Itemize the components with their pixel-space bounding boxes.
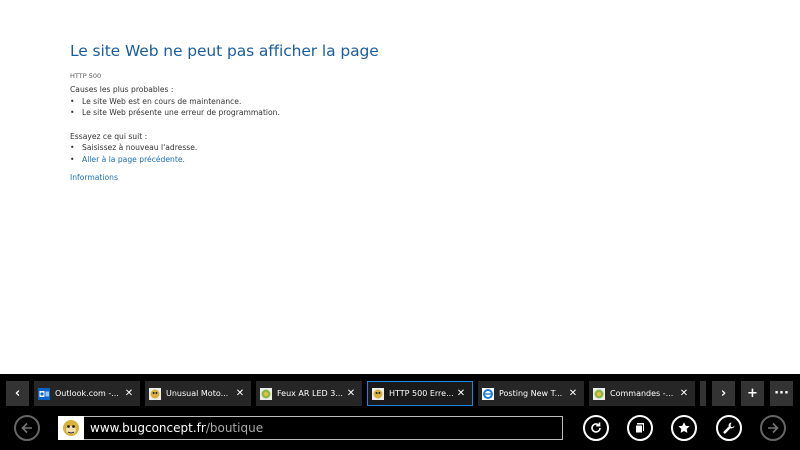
- try-item: • Aller à la page précédente.: [70, 154, 185, 166]
- close-icon[interactable]: ✕: [233, 388, 247, 399]
- tab-overflow-sliver: [700, 381, 706, 406]
- site-favicon: [58, 416, 84, 440]
- more-icon: ···: [774, 386, 789, 401]
- causes-heading: Causes les plus probables :: [70, 85, 174, 94]
- cause-item: • Le site Web est en cours de maintenance…: [70, 96, 242, 106]
- address-text: www.bugconcept.fr/boutique: [90, 421, 263, 435]
- tab-strip: ‹ Outlook.com -... ✕ Unusual Moto... ✕ F…: [0, 381, 800, 407]
- favorites-button[interactable]: [671, 415, 697, 441]
- tab-feux-ar-led[interactable]: Feux AR LED 3... ✕: [256, 381, 362, 406]
- ie-icon: [482, 387, 494, 400]
- close-icon[interactable]: ✕: [677, 388, 691, 399]
- try-heading: Essayez ce qui suit :: [70, 131, 148, 141]
- site-favicon: [260, 387, 272, 400]
- close-icon[interactable]: ✕: [344, 388, 358, 399]
- go-back-link[interactable]: Aller à la page précédente.: [82, 154, 185, 166]
- app-bar: ‹ Outlook.com -... ✕ Unusual Moto... ✕ F…: [0, 374, 800, 450]
- star-icon: [678, 422, 690, 433]
- forward-button[interactable]: [760, 415, 786, 441]
- tab-http-500[interactable]: HTTP 500 Erre... ✕: [367, 381, 473, 406]
- address-row: www.bugconcept.fr/boutique: [0, 415, 800, 443]
- try-item: • Saisissez à nouveau l'adresse.: [70, 143, 198, 152]
- cause-item: • Le site Web présente une erreur de prog…: [70, 108, 280, 117]
- close-icon[interactable]: ✕: [454, 388, 468, 399]
- address-path: /boutique: [205, 421, 264, 435]
- site-favicon: [372, 387, 384, 400]
- tab-title: Unusual Moto...: [166, 389, 229, 398]
- address-bar[interactable]: www.bugconcept.fr/boutique: [58, 416, 563, 440]
- tabs-prev-button[interactable]: ‹: [6, 381, 29, 406]
- tab-title: Posting New T...: [499, 389, 563, 398]
- tab-title: Feux AR LED 3...: [277, 389, 343, 398]
- back-button[interactable]: [14, 415, 40, 441]
- plus-icon: +: [747, 386, 758, 401]
- tab-title: Commandes -...: [610, 389, 674, 398]
- arrow-right-icon: [768, 422, 779, 434]
- error-title: Le site Web ne peut pas afficher la page: [70, 42, 379, 60]
- close-icon[interactable]: ✕: [122, 388, 136, 399]
- tabs-next-button[interactable]: ›: [712, 381, 735, 406]
- address-domain: www.bugconcept.fr: [90, 421, 206, 435]
- tab-commandes[interactable]: Commandes -... ✕: [589, 381, 695, 406]
- error-content: Le site Web ne peut pas afficher la page…: [70, 41, 670, 182]
- browser-window: Le site Web ne peut pas afficher la page…: [0, 0, 800, 450]
- wrench-icon: [723, 422, 735, 434]
- page-tools-button[interactable]: [716, 415, 742, 441]
- site-favicon: [593, 387, 605, 400]
- tab-posting-new[interactable]: Posting New T... ✕: [478, 381, 584, 406]
- chevron-left-icon: ‹: [14, 386, 21, 401]
- outlook-icon: [38, 387, 50, 400]
- pages-icon: [635, 423, 644, 434]
- site-favicon: [149, 387, 161, 400]
- new-tab-button[interactable]: +: [741, 381, 764, 406]
- info-link[interactable]: Informations: [70, 173, 670, 182]
- tab-title: Outlook.com -...: [55, 389, 119, 398]
- tab-outlook[interactable]: Outlook.com -... ✕: [34, 381, 140, 406]
- tab-title: HTTP 500 Erre...: [389, 389, 454, 398]
- close-icon[interactable]: ✕: [566, 388, 580, 399]
- refresh-icon: [591, 422, 601, 433]
- tab-options-button[interactable]: ···: [770, 381, 793, 406]
- tabs-view-button[interactable]: [627, 415, 653, 441]
- error-code: HTTP 500: [70, 72, 102, 80]
- chevron-right-icon: ›: [720, 386, 727, 401]
- arrow-left-icon: [21, 422, 32, 434]
- refresh-button[interactable]: [583, 415, 609, 441]
- tab-unusual-moto[interactable]: Unusual Moto... ✕: [145, 381, 251, 406]
